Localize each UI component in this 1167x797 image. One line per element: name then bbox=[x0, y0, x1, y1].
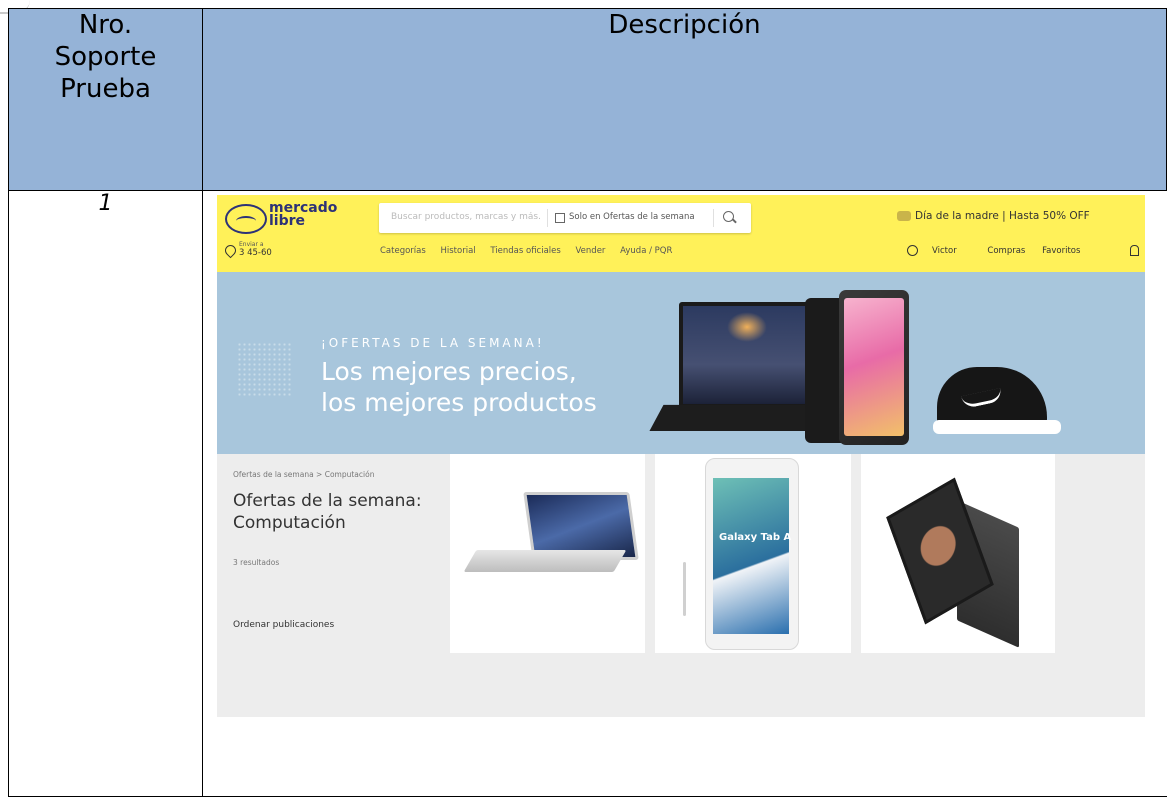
header-support-number: Nro. Soporte Prueba bbox=[8, 8, 203, 191]
site-header: mercado libre Buscar productos, marcas y… bbox=[217, 195, 1145, 272]
results-count: 3 resultados bbox=[233, 558, 280, 567]
banner-headline-1: Los mejores precios, bbox=[321, 357, 577, 386]
nav-categories[interactable]: Categorías bbox=[380, 246, 426, 256]
stylus-image bbox=[683, 562, 686, 616]
row-number: 1 bbox=[98, 191, 113, 216]
handshake-icon bbox=[225, 204, 267, 234]
tablet-screen bbox=[713, 478, 789, 634]
nav-sell[interactable]: Vender bbox=[576, 246, 606, 256]
tablet-screen-text: Galaxy Tab A bbox=[719, 532, 792, 543]
row-number-cell: 1 bbox=[8, 190, 203, 797]
mercadolibre-logo[interactable]: mercado libre bbox=[225, 200, 338, 234]
logo-text: mercado libre bbox=[269, 200, 338, 229]
row-description-cell: mercado libre Buscar productos, marcas y… bbox=[202, 190, 1167, 797]
phone-screen bbox=[844, 298, 904, 436]
promo-text: Día de la madre | Hasta 50% OFF bbox=[915, 210, 1090, 222]
support-table: Nro. Soporte Prueba Descripción 1 mercad… bbox=[8, 8, 1167, 797]
banner-headline-2: los mejores productos bbox=[321, 388, 597, 417]
nav-help[interactable]: Ayuda / PQR bbox=[620, 246, 672, 256]
results-title: Ofertas de la semana: Computación bbox=[233, 491, 422, 533]
mercadolibre-screenshot: mercado libre Buscar productos, marcas y… bbox=[217, 195, 1145, 717]
search-input[interactable]: Buscar productos, marcas y más... bbox=[391, 212, 541, 222]
nav-menu: Categorías Historial Tiendas oficiales V… bbox=[380, 246, 684, 256]
header-support-number-label: Nro. Soporte Prueba bbox=[54, 10, 157, 104]
search-divider-2 bbox=[713, 209, 714, 227]
search-icon[interactable] bbox=[723, 211, 734, 222]
product-card-laptop[interactable] bbox=[450, 454, 645, 653]
search-divider bbox=[547, 209, 548, 227]
user-name: Victor bbox=[932, 246, 957, 256]
nav-history[interactable]: Historial bbox=[441, 246, 476, 256]
banner-kicker: ¡OFERTAS DE LA SEMANA! bbox=[321, 336, 545, 350]
only-offers-checkbox[interactable] bbox=[555, 213, 565, 223]
product-card-convertible[interactable] bbox=[861, 454, 1055, 653]
product-card-tablet[interactable]: Galaxy Tab A bbox=[655, 454, 851, 653]
sneaker-sole bbox=[933, 420, 1061, 434]
location-zip[interactable]: 3 45-60 bbox=[239, 248, 272, 258]
dot-pattern bbox=[237, 342, 293, 398]
laptop-product-base bbox=[463, 550, 627, 572]
only-offers-label: Solo en Ofertas de la semana bbox=[569, 212, 695, 222]
laptop-image-detail bbox=[727, 312, 767, 342]
gift-icon bbox=[897, 211, 911, 221]
bell-icon[interactable] bbox=[1130, 245, 1139, 256]
header-description: Descripción bbox=[202, 8, 1167, 191]
promo-banner[interactable]: Día de la madre | Hasta 50% OFF bbox=[897, 210, 1090, 222]
document-page: Nro. Soporte Prueba Descripción 1 mercad… bbox=[0, 0, 1167, 797]
user-menu: Victor Compras Favoritos bbox=[907, 245, 1094, 256]
location-label[interactable]: Enviar a bbox=[239, 241, 264, 248]
offers-banner[interactable]: ¡OFERTAS DE LA SEMANA! Los mejores preci… bbox=[217, 272, 1145, 454]
search-bar[interactable]: Buscar productos, marcas y más... Solo e… bbox=[379, 203, 751, 233]
header-description-label: Descripción bbox=[608, 10, 761, 40]
nav-favorites[interactable]: Favoritos bbox=[1042, 246, 1080, 256]
user-icon bbox=[907, 245, 918, 256]
user-account[interactable]: Victor bbox=[907, 245, 971, 256]
location-pin-icon bbox=[222, 242, 239, 259]
nav-purchases[interactable]: Compras bbox=[987, 246, 1025, 256]
results-panel: Ofertas de la semana > Computación Ofert… bbox=[217, 454, 449, 717]
sort-label[interactable]: Ordenar publicaciones bbox=[233, 620, 334, 630]
breadcrumb[interactable]: Ofertas de la semana > Computación bbox=[233, 470, 374, 479]
nav-official-stores[interactable]: Tiendas oficiales bbox=[490, 246, 560, 256]
